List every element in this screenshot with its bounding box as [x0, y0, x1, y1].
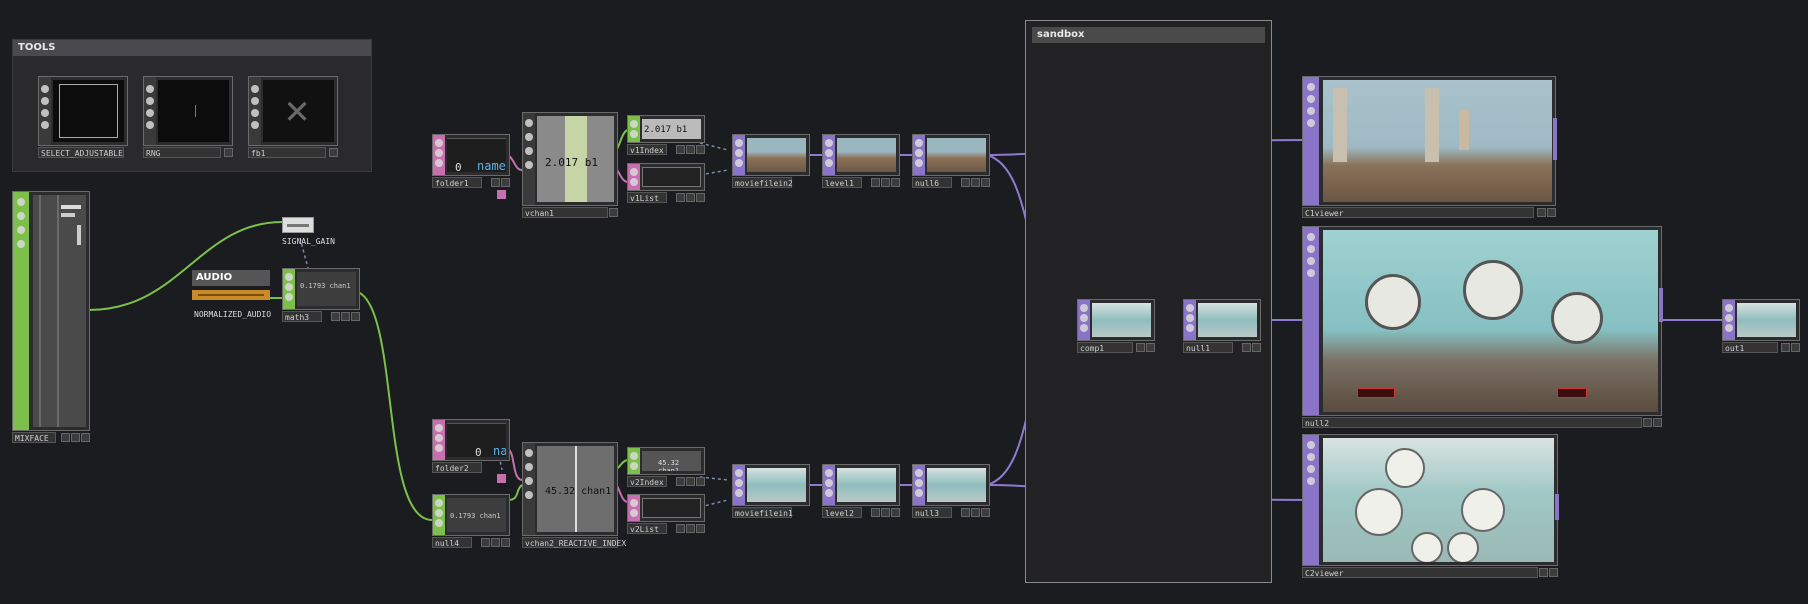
- mixface-node[interactable]: MIXFACE: [12, 191, 90, 443]
- node-label: null6: [912, 177, 952, 188]
- node-label: null2: [1302, 417, 1642, 428]
- node-label: MIXFACE: [12, 432, 56, 443]
- node-label: v1List: [627, 192, 667, 203]
- node-name-column: name: [477, 159, 506, 172]
- fb1-node[interactable]: ✕ fb1: [248, 76, 338, 158]
- moviefilein2-node[interactable]: moviefilein2: [732, 134, 810, 188]
- v1list-node[interactable]: v1List: [627, 163, 705, 203]
- rng-node[interactable]: RNG: [143, 76, 233, 158]
- close-icon: ✕: [285, 87, 310, 133]
- signal-gain-node[interactable]: SIGNAL_GAIN: [282, 217, 335, 249]
- node-label: SIGNAL_GAIN: [282, 237, 335, 246]
- level2-node[interactable]: level2: [822, 464, 900, 518]
- node-label: SELECT_ADJUSTABLE: [38, 147, 124, 158]
- folder1-node[interactable]: 0 name folder1: [432, 134, 510, 188]
- node-value: 0.1793 chan1: [300, 282, 351, 290]
- node-label: null3: [912, 507, 952, 518]
- tools-title: TOOLS: [13, 40, 371, 56]
- audio-title: AUDIO: [192, 270, 270, 286]
- v2index-node[interactable]: 45.32 chan1 v2Index: [627, 447, 705, 487]
- node-label: level2: [822, 507, 862, 518]
- node-label: v1Index: [627, 144, 667, 155]
- node-label: folder1: [432, 177, 482, 188]
- moviefilein1-node[interactable]: moviefilein1: [732, 464, 810, 518]
- v1index-node[interactable]: 2.017 b1 v1Index: [627, 115, 705, 155]
- null4-node[interactable]: 0.1793 chan1 null4: [432, 494, 510, 548]
- vchan2-node[interactable]: 45.32 chan1 vchan2_REACTIVE_INDEX: [522, 442, 626, 548]
- node-label: C2viewer: [1302, 567, 1538, 578]
- math3-node[interactable]: 0.1793 chan1 math3: [282, 268, 360, 322]
- v2list-node[interactable]: v2List: [627, 494, 705, 534]
- node-label: C1viewer: [1302, 207, 1534, 218]
- node-label: folder2: [432, 462, 482, 473]
- node-count: 0: [455, 161, 462, 172]
- node-label: level1: [822, 177, 862, 188]
- vchan1-node[interactable]: 2.017 b1 vchan1: [522, 112, 618, 218]
- node-label: NORMALIZED_AUDIO: [194, 310, 272, 319]
- node-label: moviefilein2: [732, 177, 793, 188]
- level1-node[interactable]: level1: [822, 134, 900, 188]
- node-value: 0.1793 chan1: [450, 512, 501, 520]
- node-label: null4: [432, 537, 472, 548]
- null1-node[interactable]: null1: [1183, 299, 1261, 353]
- dat-output-handle[interactable]: [497, 190, 506, 199]
- null6-node[interactable]: null6: [912, 134, 990, 188]
- dat-output-handle[interactable]: [497, 474, 506, 483]
- node-count: 0: [475, 446, 482, 457]
- node-value: 2.017 b1: [545, 156, 598, 169]
- node-label: v2Index: [627, 476, 667, 487]
- node-label: null1: [1183, 342, 1233, 353]
- node-value: 45.32 chan1: [658, 459, 680, 471]
- wire-math3-null4: [357, 291, 433, 521]
- node-value: 2.017 b1: [644, 125, 688, 135]
- null2-node[interactable]: null2: [1302, 226, 1662, 428]
- null3-node[interactable]: null3: [912, 464, 990, 518]
- sandbox-title: sandbox: [1032, 27, 1265, 43]
- out1-node[interactable]: out1: [1722, 299, 1800, 353]
- node-name-column: name: [493, 444, 506, 457]
- node-label: v2List: [627, 523, 667, 534]
- comp1-node[interactable]: comp1: [1077, 299, 1155, 353]
- normalized-audio-node[interactable]: AUDIO NORMALIZED_AUDIO: [192, 270, 272, 322]
- select-adjustable-node[interactable]: SELECT_ADJUSTABLE: [38, 76, 128, 158]
- node-value: 45.32 chan1: [545, 486, 612, 497]
- node-label: vchan2_REACTIVE_INDEX: [522, 537, 626, 548]
- node-label: moviefilein1: [732, 507, 793, 518]
- c1viewer-node[interactable]: C1viewer: [1302, 76, 1556, 218]
- folder2-node[interactable]: 0 name folder2: [432, 419, 510, 473]
- c2viewer-node[interactable]: C2viewer: [1302, 434, 1558, 578]
- node-label: math3: [282, 311, 322, 322]
